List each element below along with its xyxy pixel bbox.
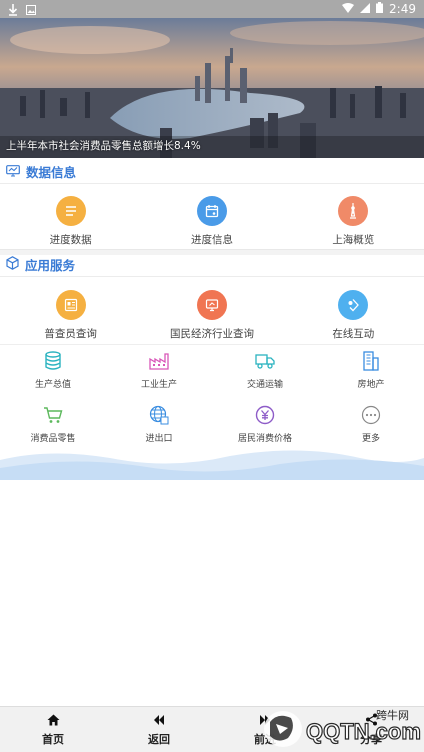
status-bar: 2:49	[0, 0, 424, 18]
grid-item-more[interactable]: 更多	[318, 404, 424, 444]
battery-icon	[376, 2, 384, 16]
item-label: 交通运输	[246, 380, 283, 390]
item-label: 房地产	[357, 380, 385, 390]
nav-label: 前进	[254, 732, 276, 746]
item-label: 上海概览	[332, 234, 375, 246]
item-label: 生产总值	[34, 380, 71, 390]
data-info-item-progress-data[interactable]: 进度数据	[0, 196, 141, 247]
yuan-icon	[254, 404, 276, 426]
monitor-chart-icon	[6, 162, 20, 181]
grid-item-import-export[interactable]: 进出口	[106, 404, 212, 444]
signal-icon	[360, 2, 371, 16]
stats-grid: 生产总值 工业生产 交通运输 房地产 消费品零售 进出口 居民消费价格 更多	[0, 350, 424, 444]
section-data-info: 数据信息	[0, 160, 424, 184]
section-title: 数据信息	[26, 165, 77, 180]
data-info-row: 进度数据 进度信息 上海概览	[0, 196, 424, 247]
id-card-icon	[55, 290, 86, 320]
nav-label: 分享	[360, 732, 382, 746]
grid-item-gdp[interactable]: 生产总值	[0, 350, 106, 390]
grid-item-transportation[interactable]: 交通运输	[212, 350, 318, 390]
chat-icon	[338, 290, 369, 320]
item-label: 国民经济行业查询	[169, 328, 254, 340]
item-label: 更多	[361, 434, 380, 444]
nav-forward[interactable]: 前进	[212, 707, 318, 752]
item-label: 居民消费价格	[237, 434, 292, 444]
nav-share[interactable]: 分享	[318, 707, 424, 752]
service-item-online-interaction[interactable]: 在线互动	[283, 290, 424, 341]
item-label: 进出口	[145, 434, 173, 444]
cube-icon	[6, 255, 19, 274]
grid-item-retail[interactable]: 消费品零售	[0, 404, 106, 444]
wave-decoration	[0, 450, 424, 480]
data-info-item-shanghai-overview[interactable]: 上海概览	[283, 196, 424, 247]
section-services: 应用服务	[0, 253, 424, 277]
tower-icon	[338, 196, 369, 226]
banner-caption: 上半年本市社会消费品零售总额增长8.4%	[6, 140, 201, 152]
building-icon	[360, 350, 382, 372]
status-time: 2:49	[389, 2, 416, 16]
service-item-industry-query[interactable]: 国民经济行业查询	[141, 290, 282, 341]
section-title: 应用服务	[25, 258, 76, 273]
grid-item-cpi[interactable]: 居民消费价格	[212, 404, 318, 444]
document-icon	[55, 196, 86, 226]
truck-icon	[254, 350, 276, 372]
download-icon	[8, 4, 18, 16]
cart-icon	[42, 404, 64, 426]
more-icon	[360, 404, 382, 426]
item-label: 普查员查询	[44, 328, 97, 340]
fast-forward-icon	[258, 713, 272, 727]
rewind-icon	[152, 713, 166, 727]
item-label: 在线互动	[332, 328, 375, 340]
item-label: 进度信息	[190, 234, 233, 246]
home-icon	[46, 713, 60, 727]
services-row: 普查员查询 国民经济行业查询 在线互动	[0, 290, 424, 341]
item-label: 消费品零售	[30, 434, 76, 444]
image-notification-icon	[26, 4, 36, 15]
nav-label: 首页	[42, 732, 64, 746]
nav-back[interactable]: 返回	[106, 707, 212, 752]
banner-image	[0, 18, 424, 158]
bottom-navigation: 首页 返回 前进 分享	[0, 706, 424, 752]
factory-icon	[148, 350, 170, 372]
calendar-icon	[196, 196, 227, 226]
database-icon	[42, 350, 64, 372]
grid-item-real-estate[interactable]: 房地产	[318, 350, 424, 390]
monitor-icon	[196, 290, 227, 320]
globe-icon	[148, 404, 170, 426]
share-icon	[364, 713, 378, 727]
data-info-item-progress-info[interactable]: 进度信息	[141, 196, 282, 247]
nav-home[interactable]: 首页	[0, 707, 106, 752]
grid-item-industrial-production[interactable]: 工业生产	[106, 350, 212, 390]
item-label: 进度数据	[49, 234, 92, 246]
service-item-census-query[interactable]: 普查员查询	[0, 290, 141, 341]
item-label: 工业生产	[140, 380, 177, 390]
nav-label: 返回	[148, 732, 170, 746]
banner-carousel[interactable]: 上半年本市社会消费品零售总额增长8.4%	[0, 18, 424, 158]
wifi-icon	[342, 2, 355, 16]
divider	[0, 344, 424, 345]
